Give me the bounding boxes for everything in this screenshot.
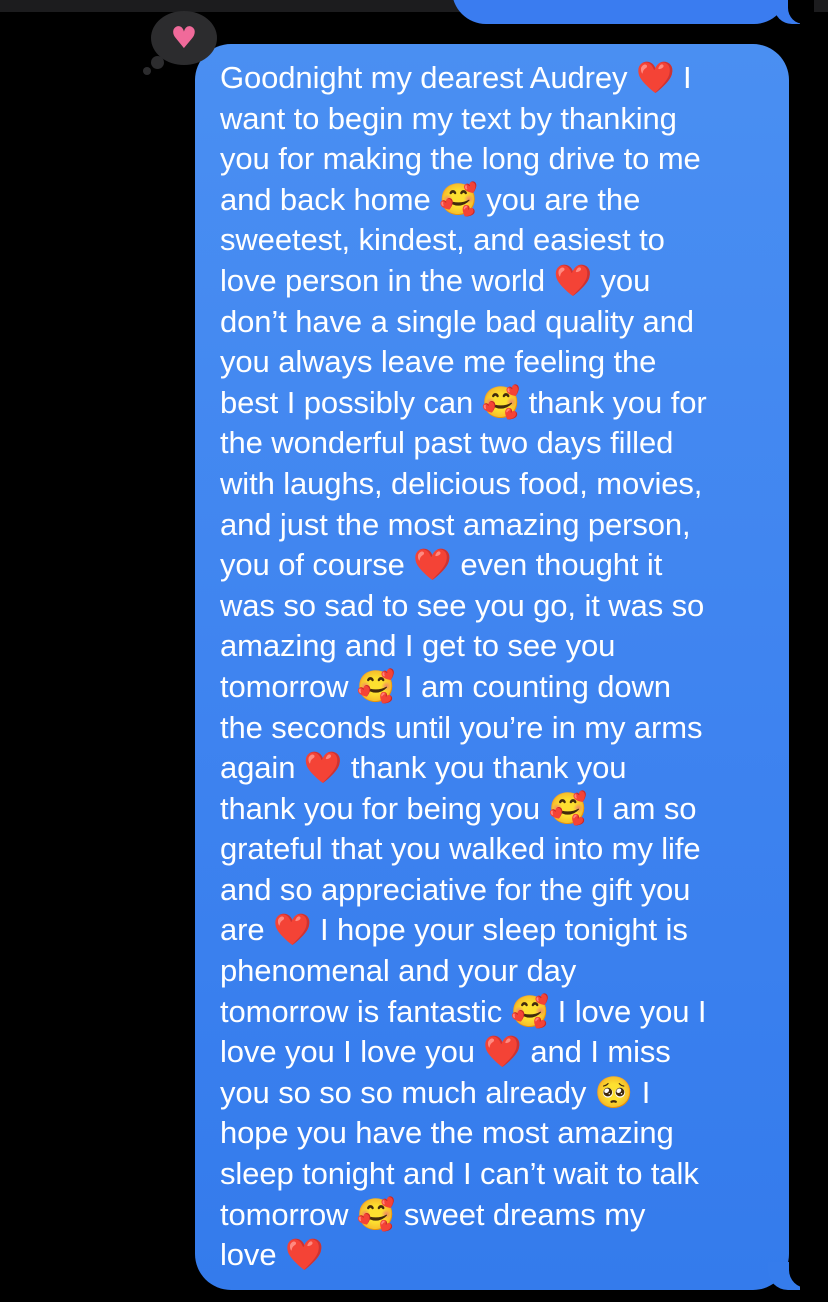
message-line: phenomenal and your day [220, 953, 577, 989]
previous-message-bubble[interactable] [452, 0, 788, 24]
message-line: love ❤️ [220, 1237, 324, 1273]
message-line: tomorrow 🥰 sweet dreams my [220, 1196, 646, 1232]
message-line: tomorrow is fantastic 🥰 I love you I [220, 993, 707, 1029]
heart-icon: ♥ [170, 21, 198, 56]
tapback-bubble-dot-small [143, 67, 151, 75]
message-line: Goodnight my dearest Audrey ❤️ I [220, 60, 692, 95]
message-line: thank you for being you 🥰 I am so [220, 790, 697, 826]
message-line: and so appreciative for the gift you [220, 871, 691, 907]
message-line: with laughs, delicious food, movies, [220, 465, 703, 501]
message-line: amazing and I get to see you [220, 628, 616, 664]
message-line: you of course ❤️ even thought it [220, 547, 663, 583]
message-line: and back home 🥰 you are the [220, 181, 641, 217]
message-line: you for making the long drive to me [220, 141, 701, 177]
message-line: grateful that you walked into my life [220, 831, 701, 867]
message-line: love person in the world ❤️ you [220, 262, 651, 298]
message-line: hope you have the most amazing [220, 1115, 674, 1151]
message-line: sweetest, kindest, and easiest to [220, 222, 665, 258]
message-text: Goodnight my dearest Audrey ❤️ I want to… [220, 58, 780, 1276]
message-line: love you I love you ❤️ and I miss [220, 1034, 671, 1070]
message-line: want to begin my text by thanking [220, 100, 677, 136]
message-line: again ❤️ thank you thank you [220, 750, 627, 786]
message-line: the seconds until you’re in my arms [220, 709, 703, 745]
message-line: you always leave me feeling the [220, 344, 657, 380]
message-line: tomorrow 🥰 I am counting down [220, 668, 671, 704]
message-line: best I possibly can 🥰 thank you for [220, 384, 707, 420]
tapback-bubble-dot [151, 56, 164, 69]
message-line: don’t have a single bad quality and [220, 303, 694, 339]
message-line: was so sad to see you go, it was so [220, 587, 705, 623]
message-line: sleep tonight and I can’t wait to talk [220, 1156, 699, 1192]
message-line: you so so so much already 🥺 I [220, 1074, 651, 1110]
message-line: and just the most amazing person, [220, 506, 691, 542]
message-line: are ❤️ I hope your sleep tonight is [220, 912, 688, 948]
message-line: the wonderful past two days filled [220, 425, 674, 461]
